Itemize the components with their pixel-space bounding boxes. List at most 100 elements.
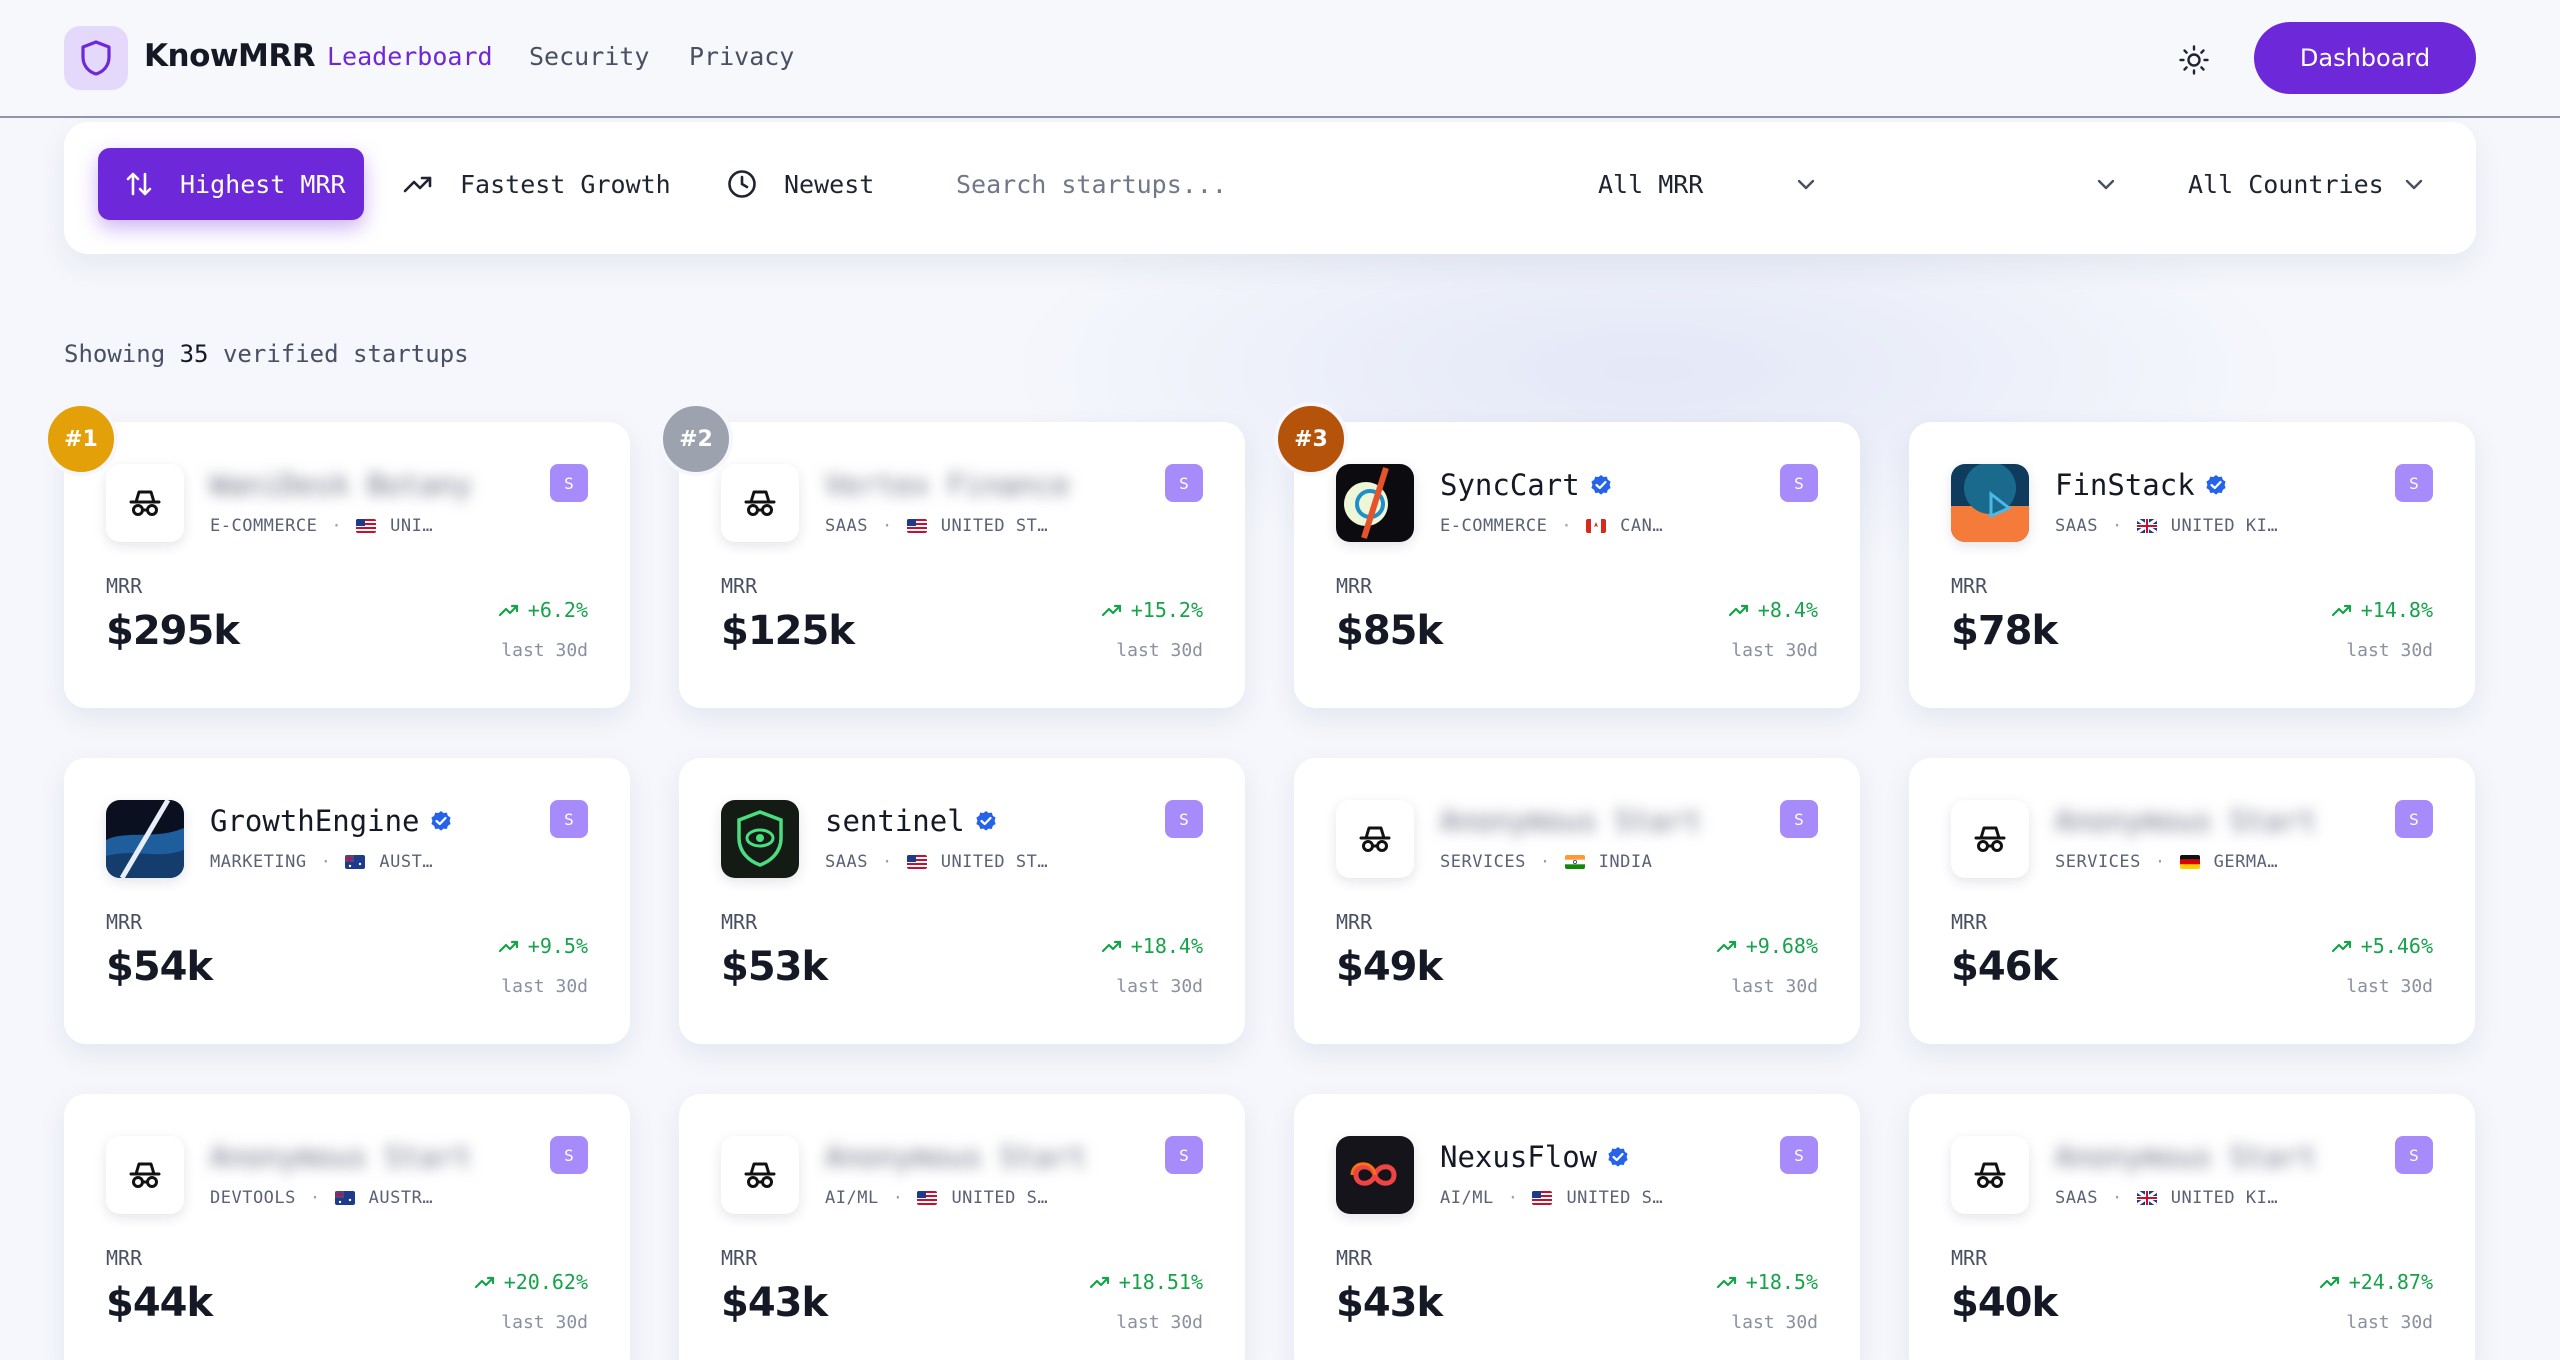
trending-up-icon — [2331, 940, 2351, 953]
sort-highest-mrr[interactable]: Highest MRR — [98, 148, 364, 220]
country-label: UNITED S… — [1566, 1188, 1664, 1208]
incognito-icon — [106, 1136, 184, 1214]
startup-meta: SAAS · UNITED KI… — [2055, 516, 2278, 536]
category-label: E-COMMERCE — [1440, 516, 1548, 536]
mrr-label: MRR — [1951, 574, 1988, 598]
country-flag-icon — [345, 852, 366, 872]
mrr-select[interactable]: All MRR — [1598, 148, 1838, 220]
trending-up-icon — [1716, 1276, 1736, 1289]
trending-up-icon — [1716, 940, 1736, 953]
startup-name[interactable]: Anonymous Start — [2055, 1140, 2317, 1174]
incognito-icon — [1336, 800, 1414, 878]
verified-badge-icon — [976, 811, 996, 831]
mrr-value: $46k — [1951, 944, 2058, 990]
separator-dot: · — [2111, 1188, 2123, 1208]
startup-name[interactable]: Anonymous Start — [210, 1140, 472, 1174]
startup-name[interactable]: sentinel — [825, 804, 997, 838]
mrr-label: MRR — [106, 910, 143, 934]
startup-name[interactable]: SyncCart — [1440, 468, 1612, 502]
separator-dot: · — [309, 1188, 321, 1208]
mrr-select-value: All MRR — [1598, 169, 1704, 199]
category-label: DEVTOOLS — [210, 1188, 296, 1208]
dashboard-button[interactable]: Dashboard — [2254, 22, 2476, 94]
stripe-badge: S — [550, 464, 588, 502]
rank-badge: #3 — [1274, 402, 1348, 476]
country-label: UNITED KI… — [2170, 1188, 2279, 1208]
growth-value: +24.87% — [2348, 1270, 2433, 1294]
startup-name-text: Vertex Finance — [825, 468, 1070, 502]
startup-card[interactable]: Anonymous Start SERVICES · GERMA… S MRR $46k +5… — [1909, 758, 2475, 1044]
separator-dot: · — [1561, 516, 1573, 536]
startup-card[interactable]: Anonymous Start SERVICES · INDIA S MRR $49k +9.… — [1294, 758, 1860, 1044]
country-flag-icon — [1564, 852, 1585, 872]
nav-privacy[interactable]: Privacy — [689, 42, 794, 71]
startup-name-text: WaniDesk Botany — [210, 468, 472, 502]
startup-card[interactable]: #3 SyncCart E-COMMERCE · CAN… S MRR $85k +8.4% la… — [1274, 402, 1860, 708]
startup-card[interactable]: #2 Vertex Finance SAAS · UNITED ST… S MRR $125k… — [659, 402, 1245, 708]
startup-card[interactable]: sentinel SAAS · UNITED ST… S MRR $53k +18.4% las… — [679, 758, 1245, 1044]
shield-logo-icon[interactable] — [64, 26, 128, 90]
startup-card[interactable]: FinStack SAAS · UNITED KI… S MRR $78k +14.8% las… — [1909, 422, 2475, 708]
startup-meta: MARKETING · AUST… — [210, 852, 433, 872]
stripe-badge: S — [2395, 464, 2433, 502]
startup-card[interactable]: Anonymous Start SAAS · UNITED KI… S MRR $40k +2… — [1909, 1094, 2475, 1360]
separator-dot: · — [2154, 852, 2166, 872]
startup-name[interactable]: WaniDesk Botany — [210, 468, 472, 502]
startup-name[interactable]: Anonymous Start — [825, 1140, 1087, 1174]
sort-newest[interactable]: Newest — [726, 148, 874, 220]
sort-fastest-growth[interactable]: Fastest Growth — [402, 148, 671, 220]
country-select[interactable]: All Countries — [2188, 148, 2438, 220]
startup-name[interactable]: FinStack — [2055, 468, 2227, 502]
startup-card[interactable]: Anonymous Start DEVTOOLS · AUSTR… S MRR $44k +2… — [64, 1094, 630, 1360]
startup-card[interactable]: #1 WaniDesk Botany E-COMMERCE · UNI… S MRR $295… — [44, 402, 630, 708]
startup-name[interactable]: Anonymous Start — [2055, 804, 2317, 838]
growth-value: +14.8% — [2360, 598, 2433, 622]
trending-up-icon — [474, 1276, 494, 1289]
startup-name[interactable]: GrowthEngine — [210, 804, 452, 838]
search-input[interactable] — [956, 158, 1556, 210]
synccart-logo-icon — [1336, 464, 1414, 542]
startup-name[interactable]: NexusFlow — [1440, 1140, 1629, 1174]
country-label: AUST… — [379, 852, 434, 872]
stripe-badge: S — [550, 800, 588, 838]
growth-value: +18.5% — [1745, 1270, 1818, 1294]
growth-period: last 30d — [1116, 1312, 1203, 1333]
mrr-value: $40k — [1951, 1280, 2058, 1326]
growth-rate: +15.2% — [1101, 598, 1203, 622]
country-flag-icon — [917, 1188, 938, 1208]
growth-value: +9.5% — [527, 934, 588, 958]
startup-meta: AI/ML · UNITED S… — [825, 1188, 1048, 1208]
mrr-label: MRR — [106, 1246, 143, 1270]
results-summary: Showing 35 verified startups — [64, 340, 469, 368]
startup-name[interactable]: Vertex Finance — [825, 468, 1069, 502]
brand-name[interactable]: KnowMRR — [144, 38, 316, 74]
category-label: SAAS — [2055, 516, 2098, 536]
trending-up-icon — [1728, 604, 1748, 617]
filter-bar: Highest MRR Fastest Growth Newest All MR… — [64, 122, 2476, 254]
startup-meta: SAAS · UNITED KI… — [2055, 1188, 2278, 1208]
theme-toggle-sun-icon[interactable] — [2174, 40, 2214, 80]
startup-name[interactable]: Anonymous Start — [1440, 804, 1702, 838]
nexusflow-logo-icon — [1336, 1136, 1414, 1214]
startup-card[interactable]: Anonymous Start AI/ML · UNITED S… S MRR $43k +1… — [679, 1094, 1245, 1360]
startup-name-text: Anonymous Start — [2055, 1140, 2317, 1174]
nav-security[interactable]: Security — [529, 42, 649, 71]
rank-badge: #1 — [44, 402, 118, 476]
nav-leaderboard[interactable]: Leaderboard — [327, 42, 493, 71]
category-label: AI/ML — [825, 1188, 879, 1208]
growth-value: +5.46% — [2360, 934, 2433, 958]
startup-card[interactable]: GrowthEngine MARKETING · AUST… S MRR $54k +9.5%… — [64, 758, 630, 1044]
growth-period: last 30d — [501, 640, 588, 661]
growth-value: +15.2% — [1130, 598, 1203, 622]
growth-period: last 30d — [1116, 640, 1203, 661]
startup-name-text: Anonymous Start — [1440, 804, 1702, 838]
verified-badge-icon — [2206, 475, 2226, 495]
mrr-label: MRR — [721, 910, 758, 934]
startup-meta: AI/ML · UNITED S… — [1440, 1188, 1663, 1208]
category-select[interactable] — [1898, 148, 2138, 220]
mrr-value: $43k — [1336, 1280, 1443, 1326]
stripe-badge: S — [1780, 800, 1818, 838]
category-label: SAAS — [2055, 1188, 2098, 1208]
country-label: AUSTR… — [368, 1188, 434, 1208]
startup-card[interactable]: NexusFlow AI/ML · UNITED S… S MRR $43k +18.5% la… — [1294, 1094, 1860, 1360]
